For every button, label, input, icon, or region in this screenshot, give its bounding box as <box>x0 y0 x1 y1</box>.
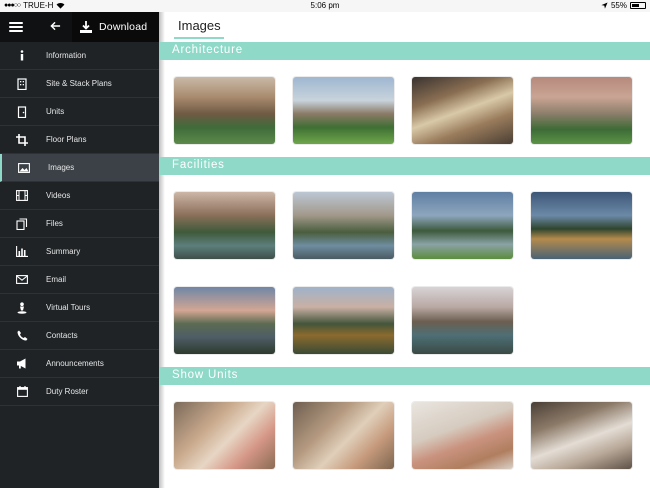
hamburger-menu-icon[interactable] <box>9 20 23 34</box>
sidebar-item-information[interactable]: Information <box>0 42 159 70</box>
envelope-icon <box>16 274 28 286</box>
facilities-image[interactable] <box>174 287 275 354</box>
page-title-underline <box>174 37 224 39</box>
facilities-image[interactable] <box>412 192 513 259</box>
phone-icon <box>16 330 28 342</box>
sidebar-item-virtual-tours[interactable]: Virtual Tours <box>0 294 159 322</box>
show-unit-image[interactable] <box>174 402 275 469</box>
architecture-image[interactable] <box>293 77 394 144</box>
section-label: Facilities <box>172 159 225 171</box>
show-unit-image[interactable] <box>293 402 394 469</box>
section-header-facilities: Facilities <box>159 157 650 175</box>
files-icon <box>16 217 28 230</box>
image-icon <box>18 162 30 174</box>
sidebar-item-files[interactable]: Files <box>0 210 159 238</box>
sidebar-item-contacts[interactable]: Contacts <box>0 322 159 350</box>
sidebar-item-label: Images <box>48 163 75 172</box>
architecture-image[interactable] <box>174 77 275 144</box>
back-arrow-icon[interactable] <box>48 19 62 35</box>
sidebar-item-label: Duty Roster <box>46 387 89 396</box>
sidebar-item-label: Site & Stack Plans <box>46 79 112 88</box>
architecture-image[interactable] <box>531 77 632 144</box>
section-header-show-units: Show Units <box>159 367 650 385</box>
download-label: Download <box>99 21 148 33</box>
building-icon <box>16 77 28 90</box>
sidebar-item-site-and-stack-plans[interactable]: Site & Stack Plans <box>0 70 159 98</box>
film-icon <box>16 190 28 202</box>
sidebar-item-summary[interactable]: Summary <box>0 238 159 266</box>
battery-percent: 55% <box>610 1 627 10</box>
sidebar-item-email[interactable]: Email <box>0 266 159 294</box>
page-title: Images <box>178 18 221 33</box>
battery-group: 55% <box>601 1 646 10</box>
sidebar-item-duty-roster[interactable]: Duty Roster <box>0 378 159 406</box>
sidebar-item-label: Summary <box>46 247 81 256</box>
sidebar-topbar: Download <box>0 12 159 42</box>
show-unit-image[interactable] <box>412 402 513 469</box>
crop-icon <box>16 133 28 146</box>
sidebar-item-label: Virtual Tours <box>46 303 91 312</box>
section-label: Architecture <box>172 44 243 56</box>
sidebar-item-images[interactable]: Images <box>0 154 159 182</box>
download-icon <box>80 21 92 33</box>
sidebar-item-floor-plans[interactable]: Floor Plans <box>0 126 159 154</box>
sidebar-item-label: Units <box>46 107 65 116</box>
sidebar-item-label: Videos <box>46 191 71 200</box>
sidebar-nav: Information Site & Stack Plans Units Floor … <box>0 42 159 406</box>
calendar-icon <box>16 386 28 398</box>
architecture-image[interactable] <box>412 77 513 144</box>
person-icon <box>16 301 28 314</box>
main-content: Images Architecture Facilities Show Unit… <box>159 12 650 488</box>
facilities-image[interactable] <box>293 192 394 259</box>
sidebar-item-label: Email <box>46 275 67 284</box>
megaphone-icon <box>16 358 28 370</box>
battery-icon <box>630 2 646 9</box>
facilities-image[interactable] <box>293 287 394 354</box>
bar-chart-icon <box>16 246 28 258</box>
sidebar: Download Information Site & Stack Plans Un… <box>0 12 159 488</box>
show-unit-image[interactable] <box>531 402 632 469</box>
status-bar: ●●●○○ TRUE-H 5:06 pm 55% <box>0 0 650 12</box>
sidebar-item-units[interactable]: Units <box>0 98 159 126</box>
location-arrow-icon <box>601 2 608 9</box>
info-icon <box>16 50 28 62</box>
facilities-image[interactable] <box>531 192 632 259</box>
sidebar-item-videos[interactable]: Videos <box>0 182 159 210</box>
sidebar-item-label: Information <box>46 51 87 60</box>
sidebar-item-label: Floor Plans <box>46 135 87 144</box>
facilities-image[interactable] <box>174 192 275 259</box>
status-time: 5:06 pm <box>310 1 340 10</box>
sidebar-item-label: Files <box>46 219 63 228</box>
section-header-architecture: Architecture <box>159 42 650 60</box>
sidebar-item-label: Contacts <box>46 331 78 340</box>
download-button[interactable]: Download <box>72 12 159 42</box>
sidebar-item-announcements[interactable]: Announcements <box>0 350 159 378</box>
door-icon <box>16 105 28 118</box>
sidebar-item-label: Announcements <box>46 359 104 368</box>
section-label: Show Units <box>172 369 239 381</box>
facilities-image[interactable] <box>412 287 513 354</box>
